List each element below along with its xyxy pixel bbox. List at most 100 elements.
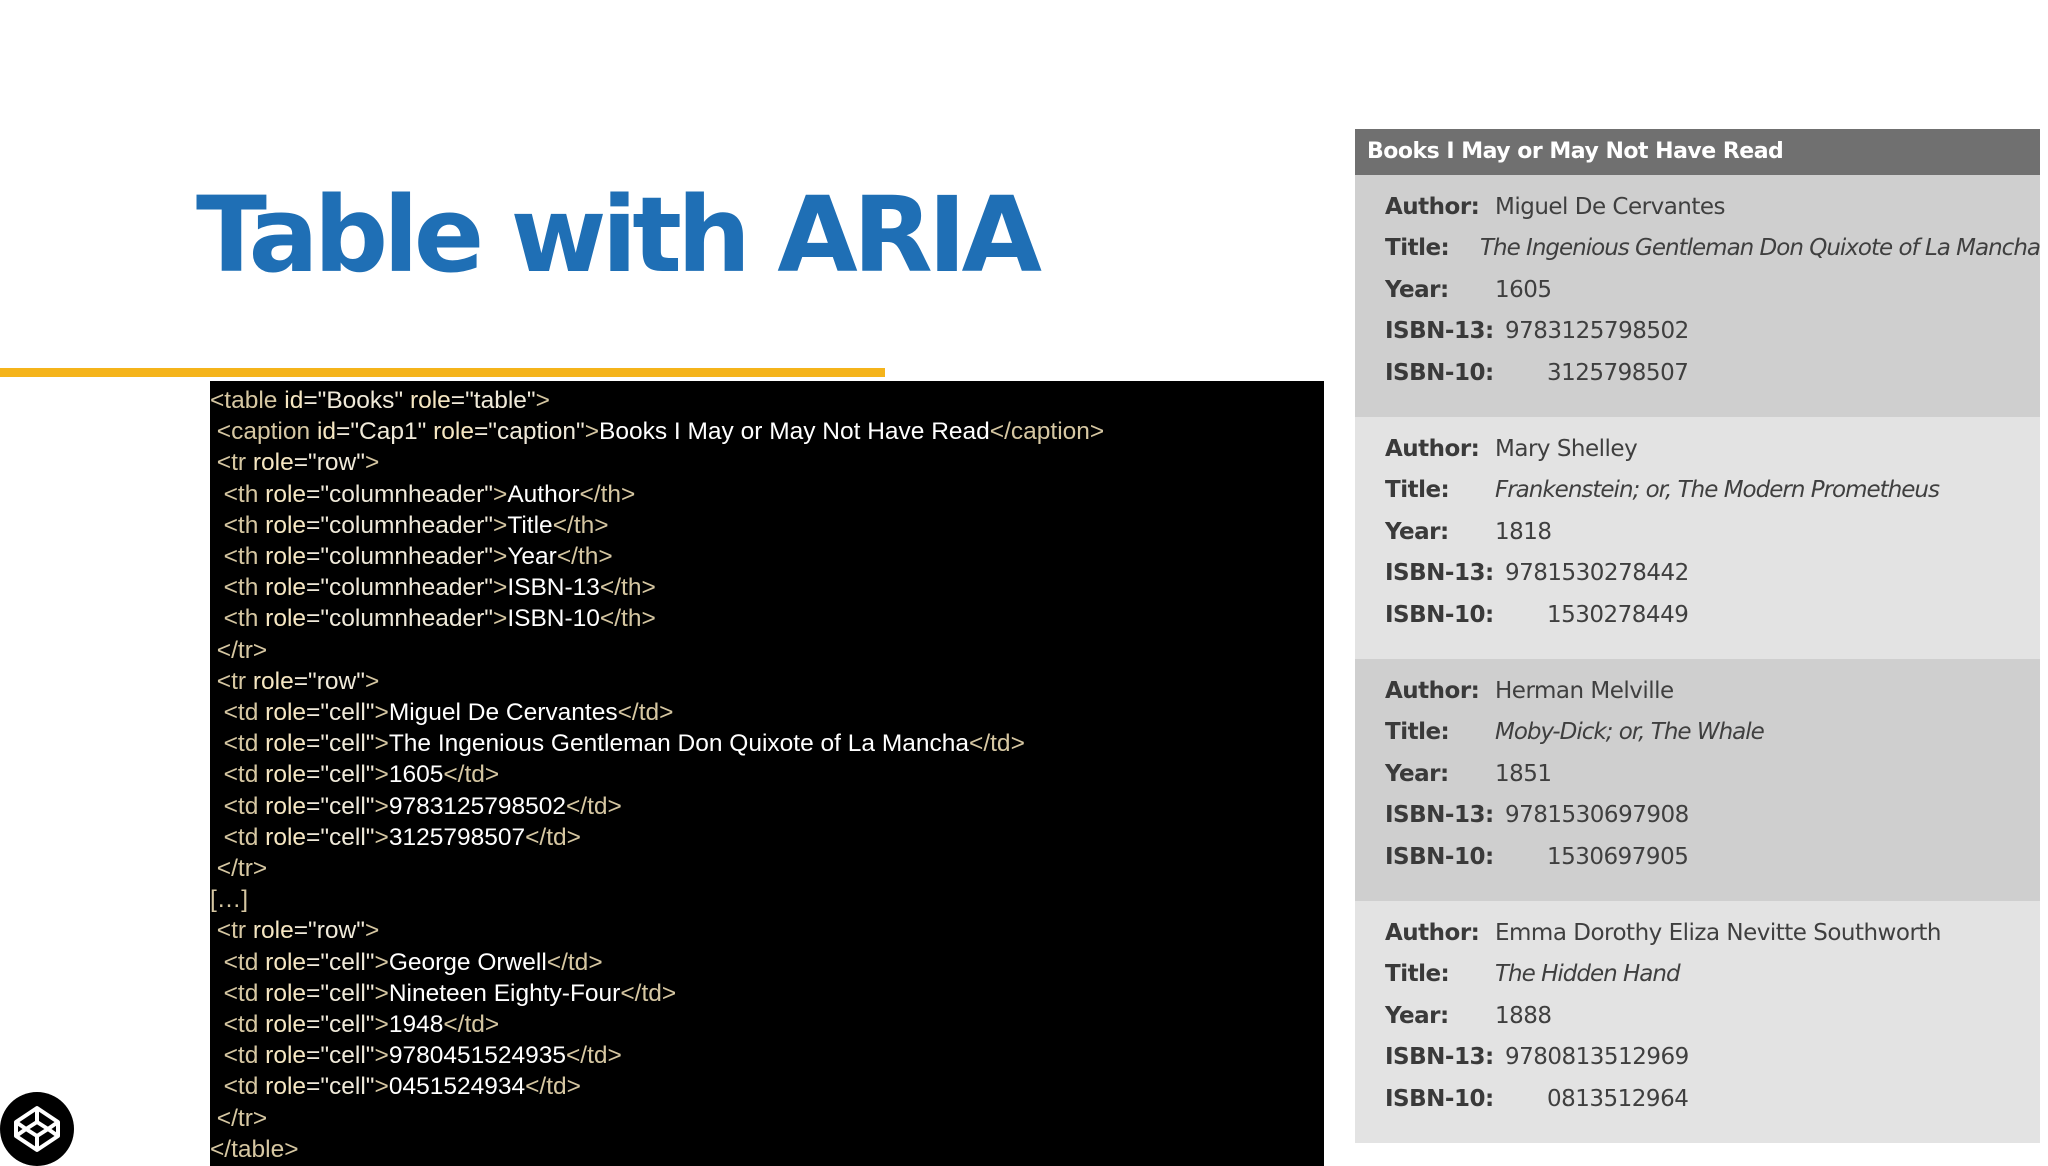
code-token-txt: 1948 xyxy=(388,1011,444,1039)
code-token-tag: <th xyxy=(210,543,266,571)
code-token-txt: ISBN-13 xyxy=(507,574,600,602)
book-isbn10: 1530278449 xyxy=(1547,601,1689,628)
code-token-attr: role xyxy=(265,1042,307,1070)
code-token-txt: Title xyxy=(507,511,553,539)
book-title: Moby-Dick; or, The Whale xyxy=(1495,719,1765,746)
code-token-attr: role xyxy=(265,730,307,758)
book-title-row: Title: The Hidden Hand xyxy=(1355,954,2040,996)
code-token-tag: </table> xyxy=(210,1135,299,1163)
code-token-tag: > xyxy=(374,948,389,976)
code-token-val: ="row" xyxy=(293,449,365,477)
field-label: Author: xyxy=(1385,193,1480,220)
code-token-tag: > xyxy=(374,761,389,789)
book-isbn13-row: ISBN-13: 9781530697908 xyxy=(1355,795,2040,837)
code-token-tag: <td xyxy=(210,948,266,976)
code-token-tag: </td> xyxy=(443,761,500,789)
book-author-row: Author: Mary Shelley xyxy=(1355,428,2040,470)
code-token-tag: </td> xyxy=(969,730,1025,758)
book-isbn10-row: ISBN-10: 1530278449 xyxy=(1355,594,2040,636)
code-line: <th role="columnheader">ISBN-10</th> xyxy=(210,603,1324,634)
code-line: <table id="Books" role="table"> xyxy=(210,385,1324,416)
code-token-txt: Miguel De Cervantes xyxy=(388,699,618,727)
code-token-tag: <td xyxy=(210,1042,266,1070)
code-token-txt: Year xyxy=(507,543,557,571)
code-token-val: ="cell" xyxy=(306,699,375,727)
code-token-val: ="columnheader" xyxy=(306,543,493,571)
code-token-txt: Books I May or May Not Have Read xyxy=(599,418,990,446)
code-token-tag: </tr> xyxy=(210,1104,268,1132)
code-token-attr: role xyxy=(265,1011,307,1039)
code-token-val: ="cell" xyxy=(306,1011,375,1039)
field-label: ISBN-10: xyxy=(1385,359,1494,386)
book-isbn13: 9781530278442 xyxy=(1505,560,1689,587)
code-token-tag: > xyxy=(374,1073,389,1101)
code-token-tag: > xyxy=(493,543,508,571)
code-line: <caption id="Cap1" role="caption">Books … xyxy=(210,416,1324,447)
code-token-txt: George Orwell xyxy=(388,948,547,976)
book-title-row: Title: The Ingenious Gentleman Don Quixot… xyxy=(1355,228,2041,270)
code-token-tag: </td> xyxy=(546,948,603,976)
code-token-txt: 0451524934 xyxy=(388,1073,526,1101)
code-token-txt: 3125798507 xyxy=(388,823,526,851)
field-label: Year: xyxy=(1385,276,1449,303)
code-token-tag: </td> xyxy=(443,1011,500,1039)
code-token-txt: 9783125798502 xyxy=(388,792,566,820)
code-token-tag: > xyxy=(364,667,380,695)
book-author: Miguel De Cervantes xyxy=(1495,193,1726,220)
code-token-attr: role xyxy=(252,449,294,477)
code-token-attr: role xyxy=(252,667,294,695)
code-token-attr: id xyxy=(316,418,337,446)
code-token-tag: > xyxy=(364,449,380,477)
field-label: ISBN-13: xyxy=(1385,560,1494,587)
book-title: The Hidden Hand xyxy=(1495,961,1681,988)
code-token-tag: <td xyxy=(210,979,266,1007)
code-line: <th role="columnheader">ISBN-13</th> xyxy=(210,572,1324,603)
field-label: Author: xyxy=(1385,677,1480,704)
code-token-tag: <th xyxy=(210,480,266,508)
book-isbn13-row: ISBN-13: 9781530278442 xyxy=(1355,553,2040,595)
code-line: <td role="cell">9783125798502</td> xyxy=(210,791,1324,822)
code-token-attr: id xyxy=(284,387,304,414)
book-isbn10-row: ISBN-10: 3125798507 xyxy=(1355,352,2040,394)
code-token-val: ="table" xyxy=(450,387,536,414)
code-token-tag: <td xyxy=(210,761,266,789)
book-author-row: Author: Herman Melville xyxy=(1355,670,2040,712)
book-title-row: Title: Frankenstein; or, The Modern Prome… xyxy=(1355,470,2040,512)
book-isbn13: 9783125798502 xyxy=(1505,318,1689,345)
code-line: <td role="cell">Nineteen Eighty-Four</td… xyxy=(210,978,1324,1009)
code-token-tag: <td xyxy=(210,699,266,727)
code-line: <tr role="row"> xyxy=(210,447,1324,478)
book-year: 1818 xyxy=(1495,518,1552,545)
code-token-tag: <table xyxy=(210,387,285,414)
code-token-val: ="Books" xyxy=(303,387,410,414)
code-token-tag: </td> xyxy=(565,792,622,820)
code-token-tag: </th> xyxy=(579,480,636,508)
code-line: </tr> xyxy=(210,853,1324,884)
code-token-tag: </td> xyxy=(525,1073,581,1101)
code-token-tag: > xyxy=(493,605,508,633)
book-isbn10: 1530697905 xyxy=(1547,843,1689,870)
code-token-val: ="row" xyxy=(293,667,365,695)
code-token-val: ="columnheader" xyxy=(306,574,493,602)
code-token-tag: </th> xyxy=(599,574,656,602)
code-token-attr: role xyxy=(265,948,307,976)
code-token-val: ="cell" xyxy=(306,761,375,789)
field-label: Author: xyxy=(1385,435,1480,462)
code-token-val: ="row" xyxy=(293,917,365,945)
field-label: ISBN-13: xyxy=(1385,802,1494,829)
code-line: </tr> xyxy=(210,1103,1324,1134)
code-token-tag: […] xyxy=(210,886,249,914)
book-author-row: Author: Miguel De Cervantes xyxy=(1355,186,2040,228)
code-token-tag: <tr xyxy=(210,917,253,945)
code-token-val: ="cell" xyxy=(306,1042,375,1070)
code-token-tag: <tr xyxy=(210,667,253,695)
field-label: ISBN-13: xyxy=(1385,318,1494,345)
code-token-attr: role xyxy=(409,387,451,414)
code-token-val: ="columnheader" xyxy=(306,511,493,539)
code-token-tag: </tr> xyxy=(210,855,268,883)
code-token-tag: </tr> xyxy=(210,636,268,664)
code-line: <tr role="row"> xyxy=(210,666,1324,697)
code-token-attr: role xyxy=(265,823,307,851)
book-year-row: Year: 1851 xyxy=(1355,753,2040,795)
book-isbn10: 0813512964 xyxy=(1547,1085,1689,1112)
